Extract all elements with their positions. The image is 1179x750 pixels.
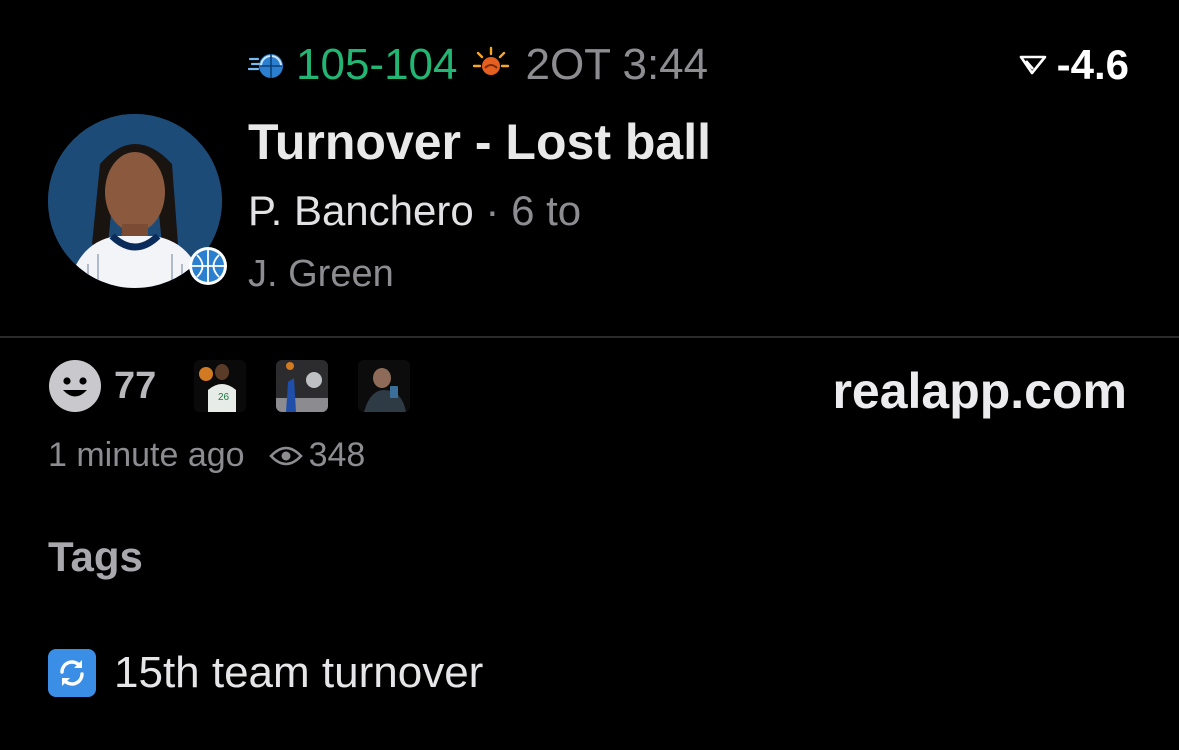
tag-item[interactable]: 15th team turnover: [48, 648, 483, 698]
reaction-count: 77: [114, 364, 157, 407]
secondary-player-name[interactable]: J. Green: [248, 253, 394, 296]
tags-heading: Tags: [48, 533, 143, 580]
turnover-count: 6 to: [511, 187, 582, 234]
section-divider: [0, 336, 1179, 338]
smiley-icon[interactable]: [48, 359, 102, 413]
play-title: Turnover - Lost ball: [248, 114, 711, 170]
spread-value: -4.6: [1056, 41, 1129, 88]
reaction-thumb-shooting-player[interactable]: [276, 360, 329, 412]
team-badge-icon: [189, 247, 227, 285]
timestamp: 1 minute ago: [48, 436, 245, 474]
reactions-row[interactable]: 77 26: [48, 360, 440, 412]
score-text: 105-104: [296, 40, 458, 89]
view-count: 348: [308, 436, 366, 474]
player-avatar[interactable]: [48, 114, 227, 290]
player-name[interactable]: P. Banchero: [248, 187, 474, 234]
player-line[interactable]: P. Banchero · 6 to: [248, 187, 581, 235]
meta-row: 1 minute ago 348: [48, 436, 365, 475]
eye-icon: [268, 446, 303, 465]
spread-indicator: -4.6: [1019, 40, 1129, 90]
repeat-icon: [48, 649, 96, 697]
reaction-thumb-celtics-player[interactable]: 26: [194, 360, 247, 412]
game-clock: 2OT 3:44: [525, 40, 709, 89]
magic-logo-icon: [248, 54, 283, 78]
site-watermark: realapp.com: [832, 363, 1127, 419]
suns-logo-icon: [473, 46, 510, 75]
reaction-thumb-person-phone[interactable]: [358, 360, 411, 412]
game-score-row[interactable]: 105-104 2OT 3:44: [248, 40, 708, 90]
svg-text:26: 26: [218, 392, 230, 403]
tag-label: 15th team turnover: [114, 648, 484, 697]
separator-dot: ·: [473, 187, 512, 234]
spread-arrow-icon: [1019, 55, 1046, 75]
